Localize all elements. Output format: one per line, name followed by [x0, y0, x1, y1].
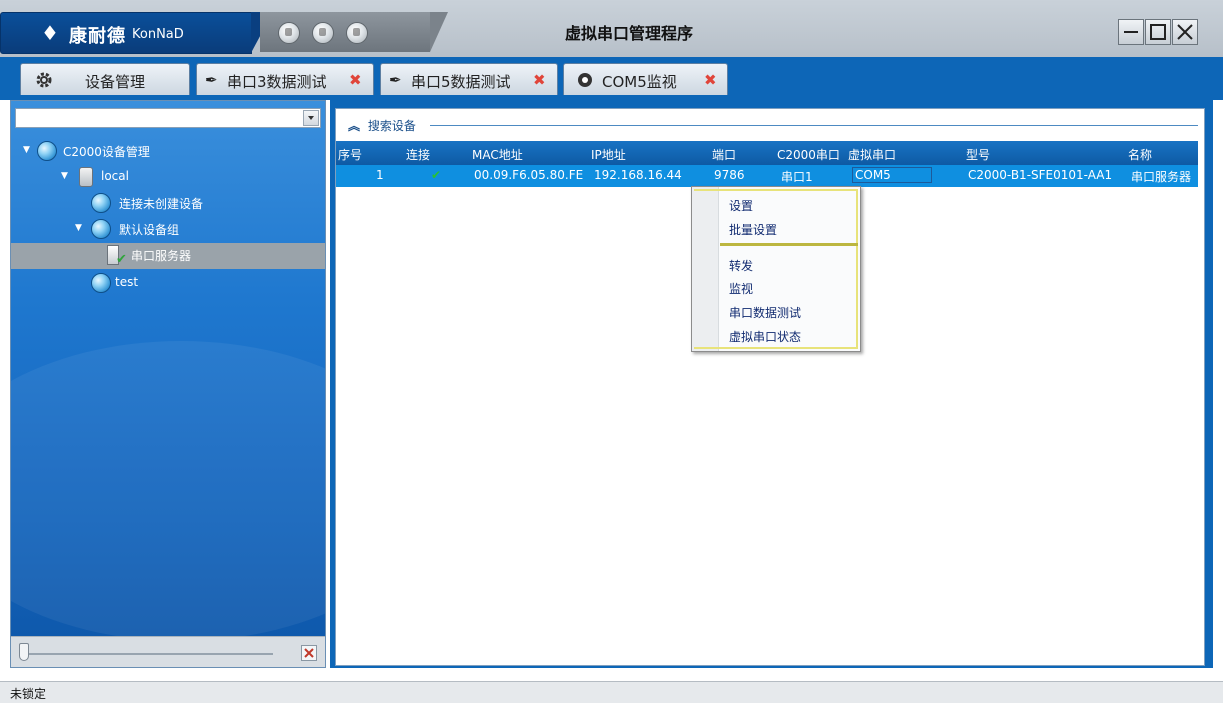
search-group-header[interactable]: ︽ 搜索设备	[348, 117, 416, 134]
tree-node-default-group[interactable]: ▼ 默认设备组	[75, 219, 275, 241]
brand-name-en: KonNaD	[132, 27, 184, 42]
menu-item-virtual-port-status[interactable]: 虚拟串口状态	[729, 328, 801, 345]
expand-triangle-icon[interactable]: ▼	[23, 145, 30, 155]
globe-icon	[91, 219, 111, 239]
tab-bar: 设备管理 ✒ 串口3数据测试 ✖ ✒ 串口5数据测试 ✖ COM5监视 ✖	[0, 57, 1223, 100]
col-header-ip[interactable]: IP地址	[591, 146, 626, 163]
menu-item-batch-settings[interactable]: 批量设置	[729, 221, 777, 238]
tree-node-label: C2000设备管理	[63, 145, 150, 159]
globe-icon	[91, 193, 111, 213]
close-icon[interactable]: ✖	[704, 71, 717, 89]
tree-node-label: 串口服务器	[131, 249, 192, 263]
col-header-mac[interactable]: MAC地址	[472, 146, 523, 163]
chevron-down-icon[interactable]	[303, 110, 319, 126]
window-title: 虚拟串口管理程序	[565, 24, 694, 43]
lock-status-text: 未锁定	[10, 687, 47, 701]
server-icon	[79, 167, 93, 187]
lock-icon[interactable]	[312, 22, 334, 44]
col-header-name[interactable]: 名称	[1128, 146, 1152, 163]
cell-c2000-port: 串口1	[781, 170, 813, 184]
cell-index: 1	[376, 168, 384, 182]
group-title-label: 搜索设备	[367, 119, 416, 133]
tree-node-root[interactable]: ▼ C2000设备管理	[23, 141, 263, 163]
lock-icon[interactable]	[278, 22, 300, 44]
tree-node-label: local	[101, 169, 129, 183]
tree-node-test[interactable]: test	[91, 273, 291, 295]
status-bar: 未锁定	[0, 681, 1223, 703]
maximize-icon	[1150, 24, 1166, 40]
col-header-virtual-port[interactable]: 虚拟串口	[848, 146, 896, 163]
collapse-chevron-icon: ︽	[348, 119, 361, 133]
col-header-connected[interactable]: 连接	[406, 146, 430, 163]
brand-name-cn: 康耐德	[69, 26, 126, 47]
col-header-index[interactable]: 序号	[338, 146, 362, 163]
tab-port5-test[interactable]: ✒ 串口5数据测试 ✖	[380, 63, 558, 95]
slider-thumb[interactable]	[19, 643, 29, 661]
col-header-c2000-port[interactable]: C2000串口	[777, 146, 840, 163]
expand-triangle-icon[interactable]: ▼	[61, 171, 68, 181]
brand-mark-icon: ♦	[41, 21, 59, 45]
minimize-button[interactable]	[1118, 19, 1144, 45]
cell-virtual-port[interactable]: COM5	[852, 167, 932, 183]
close-icon	[304, 648, 314, 658]
globe-icon	[91, 273, 111, 293]
cell-ip: 192.168.16.44	[594, 168, 682, 182]
col-header-port[interactable]: 端口	[712, 146, 736, 163]
tab-label: 串口3数据测试	[227, 73, 327, 91]
close-panel-button[interactable]	[301, 645, 317, 661]
menu-separator	[720, 243, 858, 246]
close-icon	[1177, 24, 1193, 40]
gear-icon	[36, 72, 52, 88]
tab-label: COM5监视	[602, 73, 677, 91]
tab-label: 串口5数据测试	[411, 73, 511, 91]
lock-icon[interactable]	[346, 22, 368, 44]
context-menu: 设置 批量设置 转发 监视 串口数据测试 虚拟串口状态	[691, 186, 861, 352]
tree-node-unassigned[interactable]: 连接未创建设备	[91, 193, 291, 215]
table-row[interactable]: 1 ✔ 00.09.F6.05.80.FE 192.168.16.44 9786…	[336, 165, 1198, 187]
cell-model: C2000-B1-SFE0101-AA1	[968, 168, 1113, 182]
zoom-slider-area	[11, 636, 325, 667]
globe-icon	[37, 141, 57, 161]
monitor-icon	[578, 73, 592, 87]
menu-item-forward[interactable]: 转发	[729, 257, 753, 274]
device-grid-header: 序号 连接 MAC地址 IP地址 端口 C2000串口 虚拟串口 型号 名称	[336, 141, 1198, 165]
menu-highlight-frame	[694, 189, 858, 349]
close-button[interactable]	[1172, 19, 1198, 45]
lock-buttons-group	[260, 12, 448, 52]
plug-icon: ✒	[389, 71, 402, 89]
cell-port: 9786	[714, 168, 745, 182]
tab-device-management[interactable]: 设备管理	[20, 63, 190, 95]
maximize-button[interactable]	[1145, 19, 1171, 45]
title-bar: ♦ 康耐德 KonNaD 虚拟串口管理程序	[0, 0, 1223, 58]
expand-triangle-icon[interactable]: ▼	[75, 223, 82, 233]
tree-node-label: 连接未创建设备	[119, 197, 204, 211]
device-tree-panel: ▼ C2000设备管理 ▼ local 连接未创建设备 ▼ 默认设备组 ✔ 串口…	[10, 100, 326, 668]
plug-icon: ✒	[205, 71, 218, 89]
group-divider	[430, 125, 1198, 126]
cell-mac: 00.09.F6.05.80.FE	[474, 168, 584, 182]
brand-logo: ♦ 康耐德 KonNaD	[0, 12, 273, 54]
close-icon[interactable]: ✖	[349, 71, 362, 89]
minimize-icon	[1124, 31, 1138, 33]
close-icon[interactable]: ✖	[533, 71, 546, 89]
slider-track	[23, 653, 273, 655]
tree-node-label: 默认设备组	[119, 223, 180, 237]
tab-label: 设备管理	[85, 73, 146, 91]
check-icon: ✔	[116, 252, 127, 267]
menu-item-port-data-test[interactable]: 串口数据测试	[729, 304, 801, 321]
col-header-model[interactable]: 型号	[966, 146, 990, 163]
tree-node-local[interactable]: ▼ local	[61, 167, 261, 189]
tab-com5-monitor[interactable]: COM5监视 ✖	[563, 63, 728, 95]
menu-item-settings[interactable]: 设置	[729, 197, 753, 214]
cell-name: 串口服务器	[1131, 170, 1192, 184]
tree-node-serial-server[interactable]: ✔ 串口服务器	[107, 245, 307, 267]
group-combo[interactable]	[15, 108, 321, 128]
check-icon: ✔	[431, 168, 442, 182]
tab-port3-test[interactable]: ✒ 串口3数据测试 ✖	[196, 63, 374, 95]
menu-item-monitor[interactable]: 监视	[729, 280, 753, 297]
tree-node-label: test	[115, 275, 139, 289]
